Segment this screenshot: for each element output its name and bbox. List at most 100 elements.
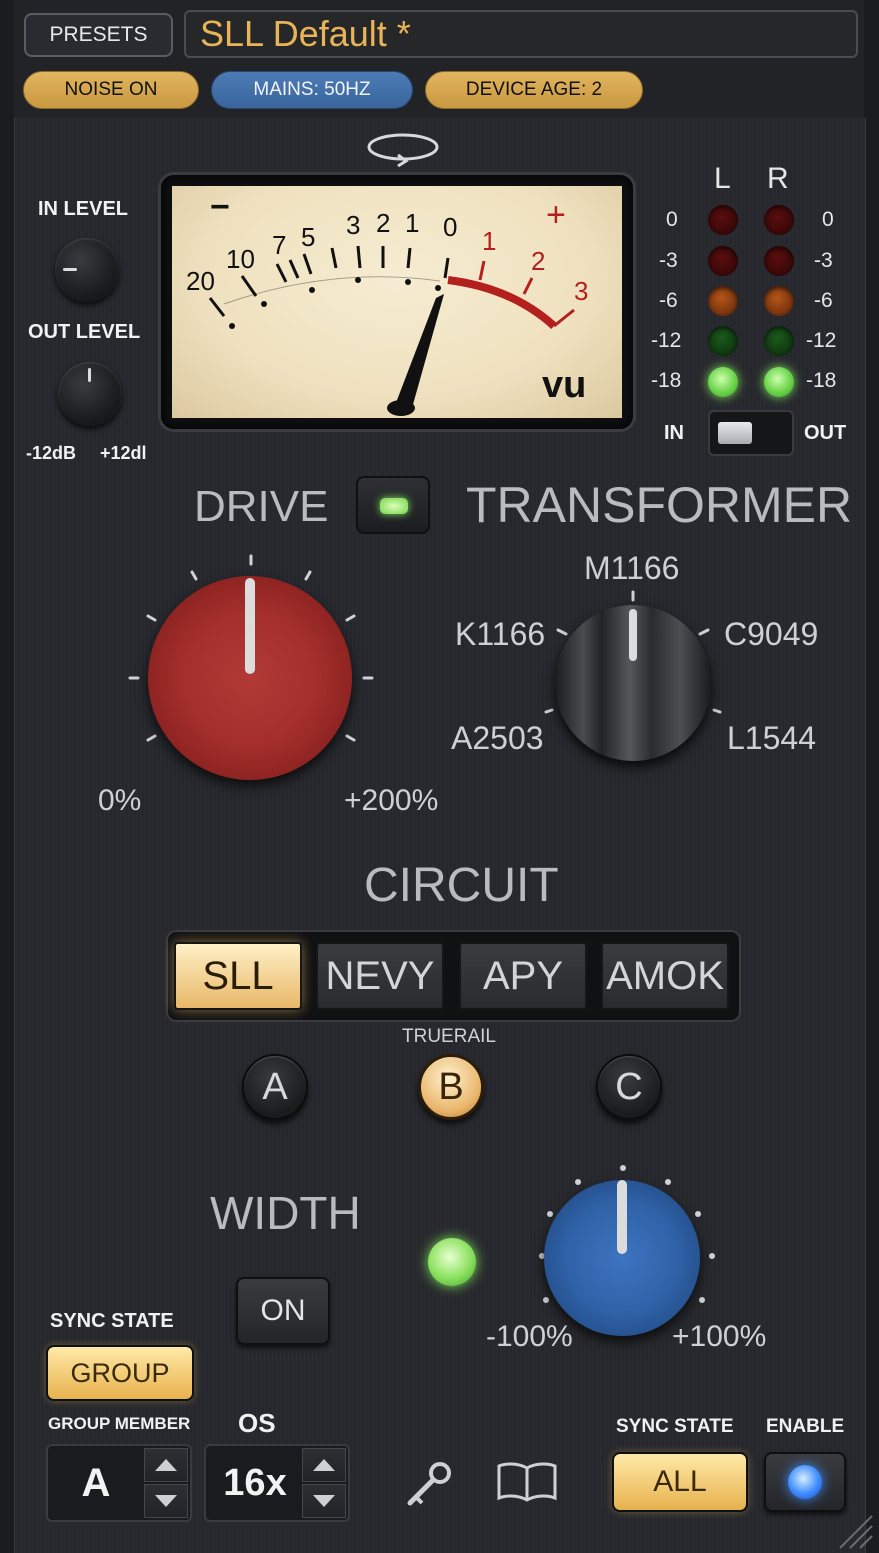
drive-min-label: 0% [98,784,142,817]
meter-out-label: OUT [804,422,847,444]
meter-scale-right-6: -6 [814,289,833,312]
transformer-option-l1544[interactable]: L1544 [727,720,816,757]
width-max-label: +100% [672,1320,767,1353]
led-left-18 [708,367,738,397]
vu-scale-0: 0 [443,212,458,242]
chevron-down-icon [313,1495,335,1507]
variant-a-button[interactable]: A [242,1054,308,1120]
circuit-option-apy[interactable]: APY [459,942,587,1010]
group-member-down-button[interactable] [144,1484,188,1518]
vu-scale-3: 3 [346,210,361,240]
transformer-option-c9049[interactable]: C9049 [724,616,818,653]
group-member-up-button[interactable] [144,1448,188,1482]
led-right-3 [764,246,794,276]
enable-led [788,1465,822,1499]
vu-minus-label: − [210,188,230,226]
drive-knob[interactable] [148,576,352,780]
meter-in-out-switch[interactable] [708,410,794,456]
meter-in-label: IN [664,422,684,444]
circuit-option-sll[interactable]: SLL [174,942,302,1010]
meter-right-label: R [767,162,789,195]
width-min-label: -100% [486,1320,573,1353]
transformer-option-m1166[interactable]: M1166 [584,550,679,587]
transformer-option-k1166[interactable]: K1166 [455,616,545,653]
led-left-12 [708,326,738,356]
noise-toggle[interactable]: NOISE ON [23,71,199,109]
vu-plus-label: + [546,196,566,234]
cycle-arrow-icon[interactable] [362,128,444,168]
truerail-label: TRUERAIL [402,1026,496,1047]
drive-knob-indicator [245,578,255,674]
width-led [428,1238,476,1286]
os-up-button[interactable] [302,1448,346,1482]
vu-scale-1: 1 [405,208,420,238]
variant-c-button[interactable]: C [596,1054,662,1120]
vu-scale-plus3: 3 [574,276,589,306]
vu-scale-7: 7 [272,230,287,260]
key-icon[interactable] [404,1460,454,1508]
preset-name-field[interactable]: SLL Default * [184,10,858,58]
vu-scale-2: 2 [376,208,391,238]
led-right-12 [764,326,794,356]
vu-scale-10: 10 [226,244,255,274]
sync-state-label: SYNC STATE [50,1310,174,1332]
width-knob-indicator [617,1180,627,1254]
os-value: 16x [223,1461,287,1504]
width-on-button[interactable]: ON [236,1277,330,1345]
vu-scale-20: 20 [186,266,215,296]
led-left-0 [708,205,738,235]
level-min-label: -12dB [26,443,77,463]
vu-scale-plus1: 1 [482,226,497,256]
sync-state-right-label: SYNC STATE [616,1416,734,1437]
meter-scale-right-18: -18 [806,369,837,392]
circuit-option-amok[interactable]: AMOK [601,942,729,1010]
circuit-option-nevy[interactable]: NEVY [316,942,444,1010]
sync-group-button[interactable]: GROUP [46,1345,194,1401]
led-left-3 [708,246,738,276]
meter-scale-left-6: -6 [659,289,678,312]
led-right-6 [764,286,794,316]
sync-all-button[interactable]: ALL [612,1452,748,1512]
width-label: WIDTH [210,1187,361,1239]
out-level-label: OUT LEVEL [28,321,141,343]
meter-scale-right-0: 0 [822,208,834,231]
width-knob[interactable] [544,1180,700,1336]
os-label: OS [238,1408,276,1438]
os-down-button[interactable] [302,1484,346,1518]
chevron-down-icon [155,1495,177,1507]
vu-unit-label: vu [542,364,587,406]
enable-button[interactable] [764,1452,846,1512]
vu-scale-plus2: 2 [531,246,546,276]
group-member-label: GROUP MEMBER [48,1414,191,1433]
meter-scale-left-12: -12 [651,329,682,352]
enable-label: ENABLE [766,1416,845,1437]
chevron-up-icon [313,1459,335,1471]
level-max-label: +12dl [100,443,147,463]
transformer-option-a2503[interactable]: A2503 [451,720,544,757]
presets-button[interactable]: PRESETS [24,13,173,57]
drive-label: DRIVE [194,482,329,531]
drive-max-label: +200% [344,784,439,817]
mains-toggle[interactable]: MAINS: 50HZ [211,71,413,109]
out-level-knob[interactable] [58,362,122,426]
in-level-knob[interactable] [55,238,119,302]
out-level-indicator [88,368,91,382]
circuit-label: CIRCUIT [364,859,559,912]
book-icon[interactable] [496,1460,558,1504]
meter-scale-right-12: -12 [806,329,837,352]
group-member-value: A [81,1460,111,1505]
chevron-up-icon [155,1459,177,1471]
transformer-label: TRANSFORMER [466,477,853,533]
resize-grip-icon[interactable] [832,1508,876,1552]
transformer-enable-button[interactable] [356,476,430,534]
variant-b-button[interactable]: B [418,1054,484,1120]
device-age-button[interactable]: DEVICE AGE: 2 [425,71,643,109]
transformer-selector-knob[interactable] [555,605,711,761]
transformer-knob-indicator [629,609,637,661]
in-level-indicator [63,268,77,271]
meter-scale-left-3: -3 [659,249,678,272]
vu-scale-5: 5 [301,222,316,252]
meter-switch-handle[interactable] [718,422,752,444]
led-right-0 [764,205,794,235]
led-left-6 [708,286,738,316]
